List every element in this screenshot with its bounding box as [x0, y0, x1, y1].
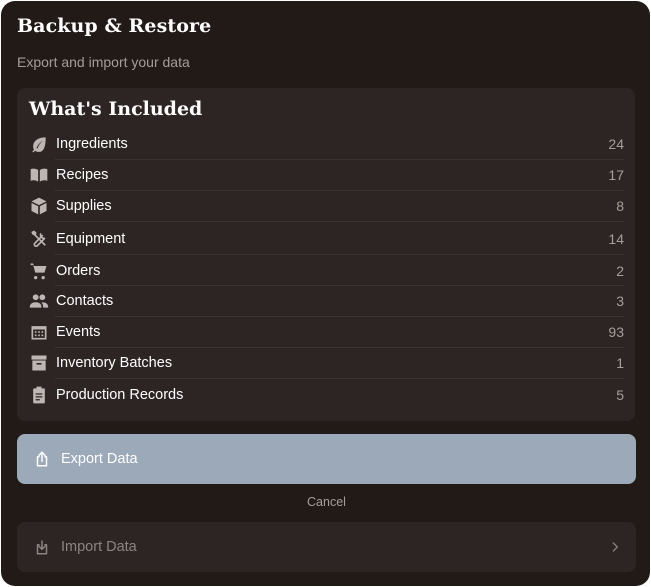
backup-restore-dialog: Backup & Restore Export and import your … — [1, 1, 650, 586]
item-label: Recipes — [56, 167, 109, 183]
cancel-button[interactable]: Cancel — [1, 495, 650, 509]
list-item-orders: Orders 2 — [29, 256, 624, 286]
list-item-supplies: Supplies 8 — [29, 191, 624, 221]
item-label: Contacts — [56, 293, 114, 309]
clipboard-icon — [29, 385, 49, 405]
people-icon — [29, 291, 49, 311]
item-label: Inventory Batches — [56, 355, 173, 371]
item-label: Supplies — [56, 198, 112, 214]
share-upload-icon — [33, 450, 51, 468]
calendar-icon — [29, 322, 49, 342]
item-count: 5 — [616, 387, 624, 403]
list-item-production-records: Production Records 5 — [29, 380, 624, 410]
divider — [55, 378, 624, 379]
box-icon — [29, 196, 49, 216]
divider — [55, 221, 624, 222]
list-item-recipes: Recipes 17 — [29, 160, 624, 190]
dialog-subtitle: Export and import your data — [17, 54, 190, 70]
item-label: Ingredients — [56, 136, 128, 152]
archive-icon — [29, 353, 49, 373]
item-count: 8 — [616, 198, 624, 214]
book-icon — [29, 165, 49, 185]
dialog-title: Backup & Restore — [17, 15, 212, 37]
card-title: What's Included — [29, 98, 203, 120]
item-count: 93 — [608, 324, 624, 340]
chevron-right-icon — [608, 540, 622, 554]
export-data-button[interactable]: Export Data — [17, 434, 636, 484]
item-count: 1 — [616, 355, 624, 371]
list-item-inventory-batches: Inventory Batches 1 — [29, 348, 624, 378]
list-item-events: Events 93 — [29, 317, 624, 347]
export-data-label: Export Data — [61, 451, 138, 467]
item-label: Production Records — [56, 387, 184, 403]
import-data-label: Import Data — [61, 539, 137, 555]
divider — [55, 254, 624, 255]
item-label: Equipment — [56, 231, 126, 247]
list-item-equipment: Equipment 14 — [29, 224, 624, 254]
whats-included-card: What's Included Ingredients 24 Recipes 1… — [17, 88, 635, 421]
item-count: 14 — [608, 231, 624, 247]
import-data-button[interactable]: Import Data — [17, 522, 636, 572]
item-count: 17 — [608, 167, 624, 183]
item-count: 24 — [608, 136, 624, 152]
download-icon — [33, 538, 51, 556]
cart-icon — [29, 261, 49, 281]
list-item-ingredients: Ingredients 24 — [29, 129, 624, 159]
item-count: 2 — [616, 263, 624, 279]
item-label: Events — [56, 324, 101, 340]
tools-icon — [29, 229, 49, 249]
list-item-contacts: Contacts 3 — [29, 286, 624, 316]
item-count: 3 — [616, 293, 624, 309]
leaf-icon — [29, 134, 49, 154]
item-label: Orders — [56, 263, 101, 279]
